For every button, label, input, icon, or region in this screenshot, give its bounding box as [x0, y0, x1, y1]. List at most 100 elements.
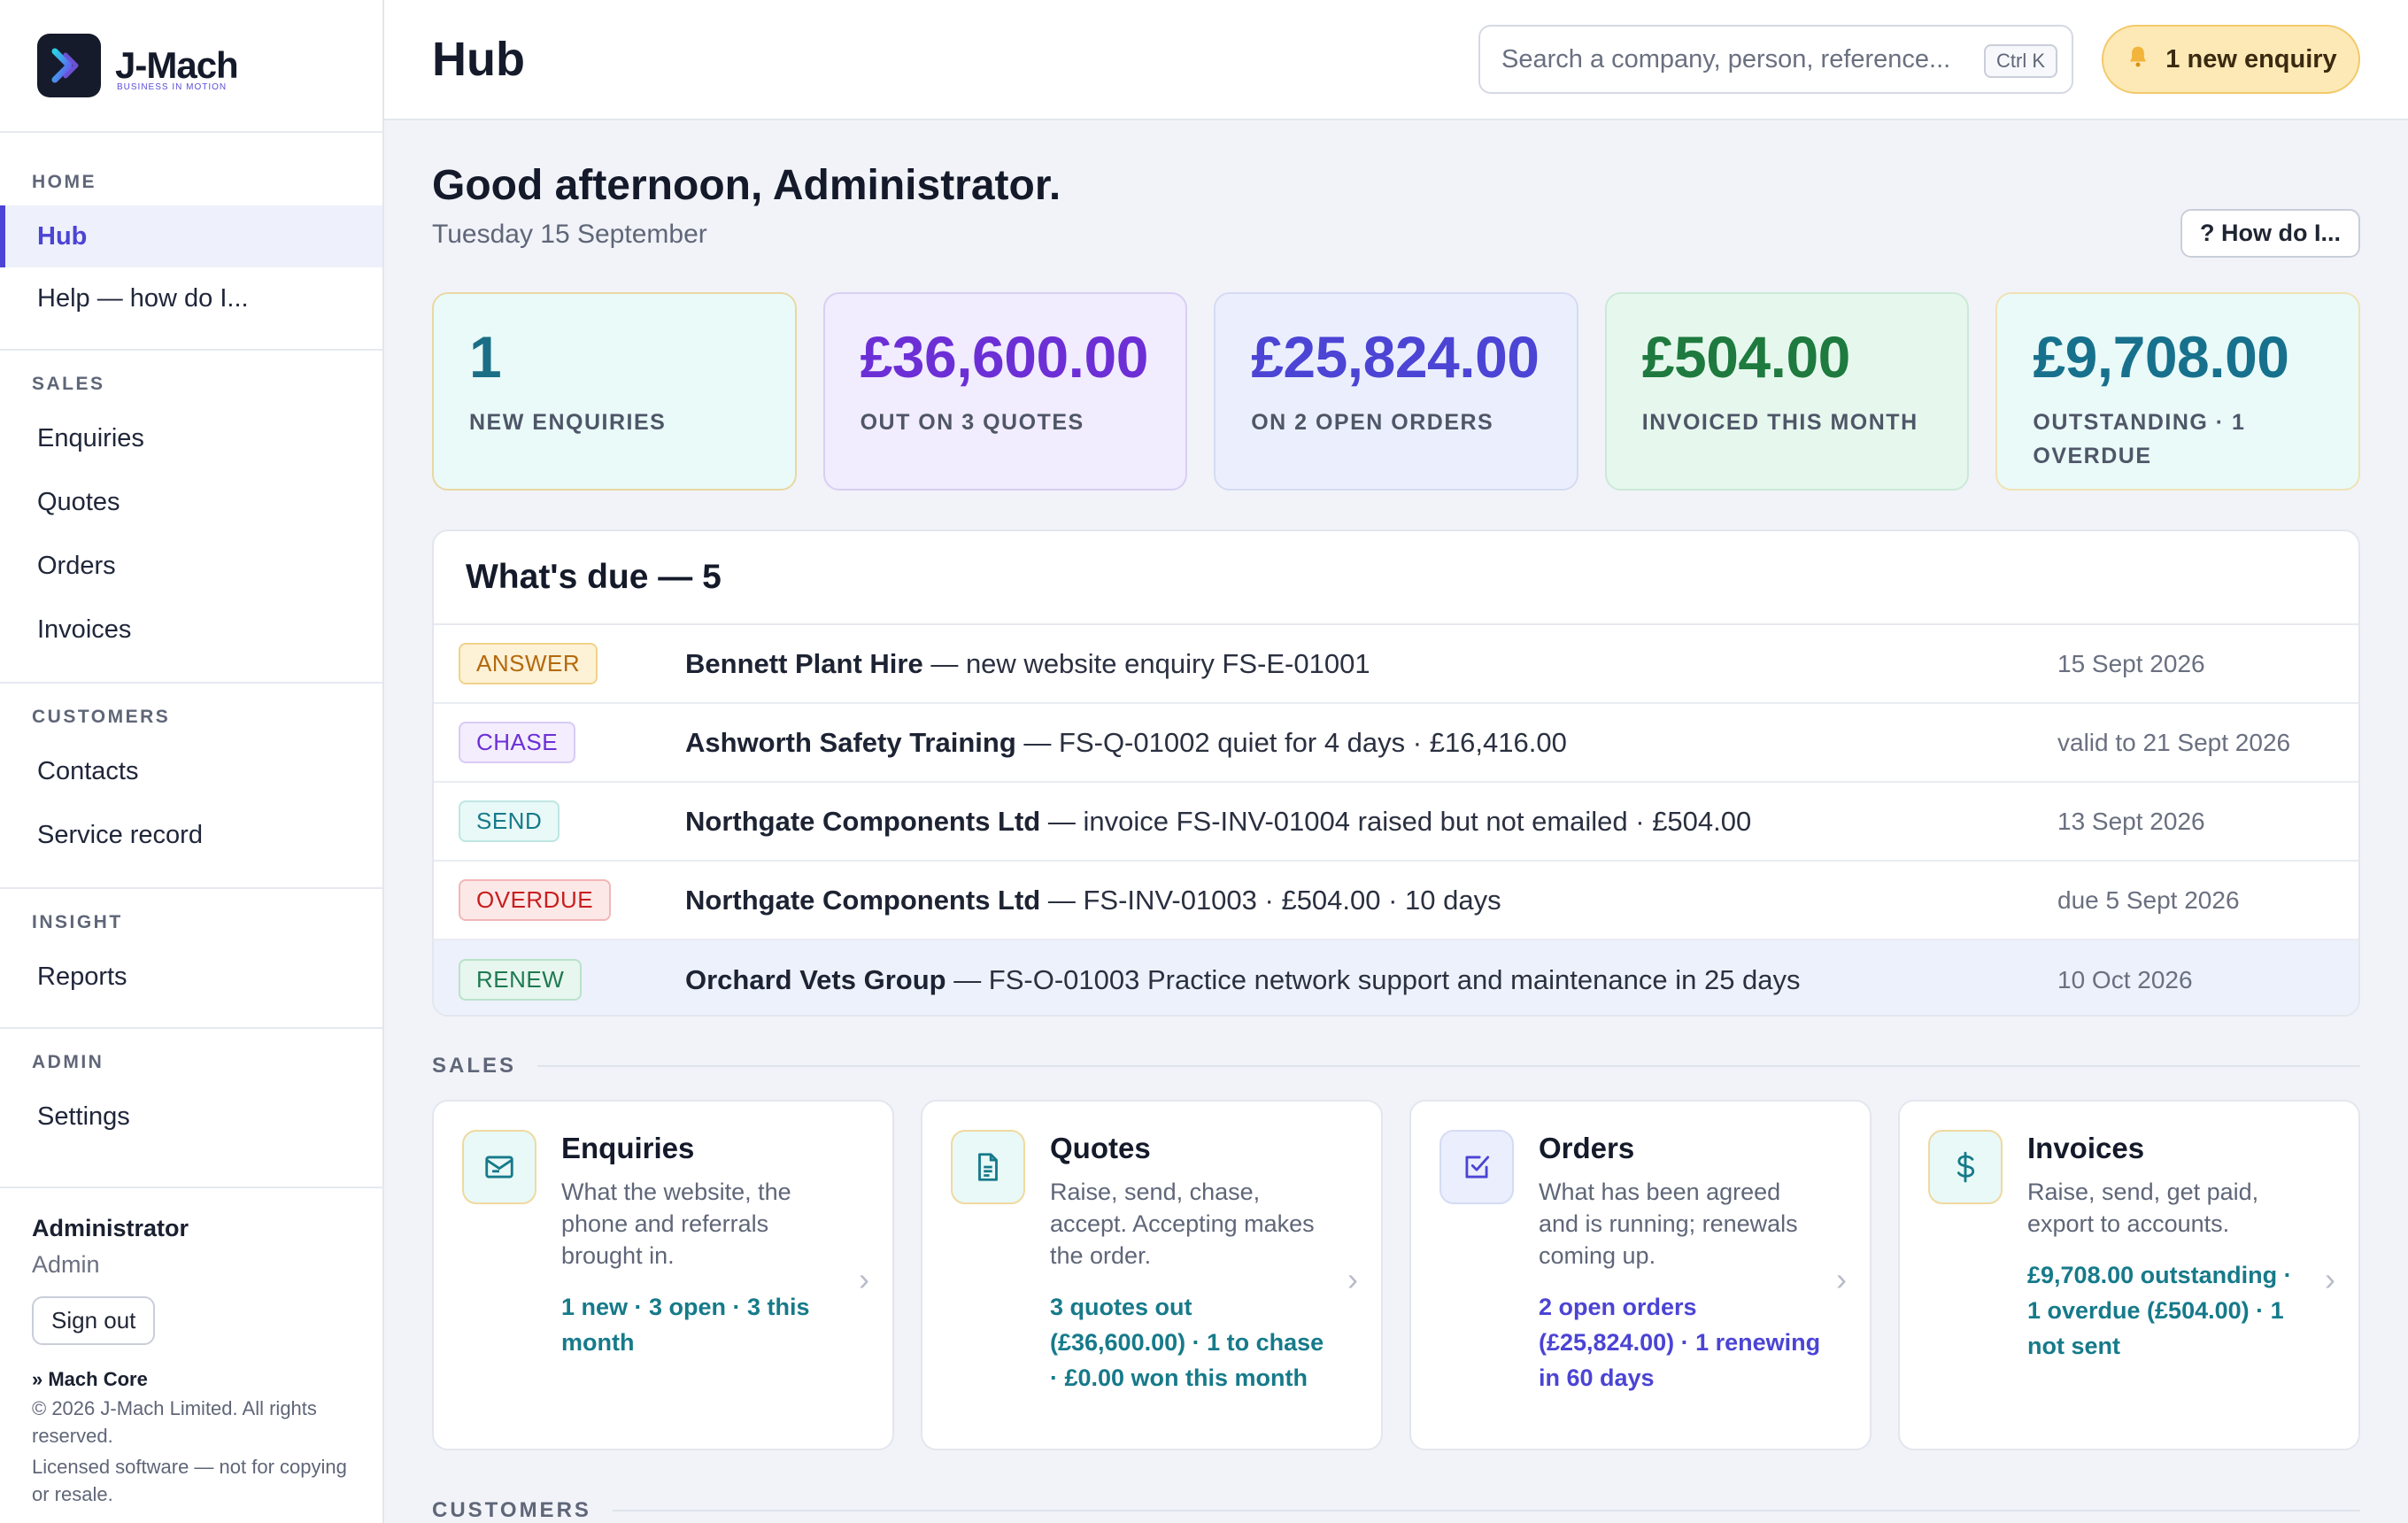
- nav-section-admin: ADMIN Settings: [0, 1029, 382, 1167]
- nav-heading: SALES: [32, 374, 105, 394]
- due-detail: — FS-INV-01003 · £504.00 · 10 days: [1040, 884, 1501, 916]
- section-heading-text: SALES: [432, 1054, 517, 1078]
- nav-heading: INSIGHT: [32, 912, 123, 932]
- bell-icon: [2125, 43, 2151, 76]
- sales-card-quotes[interactable]: Quotes Raise, send, chase, accept. Accep…: [921, 1100, 1383, 1450]
- due-company: Northgate Components Ltd: [685, 805, 1041, 837]
- top-bar: Hub Search a company, person, reference.…: [384, 0, 2408, 120]
- stat-card-quotes[interactable]: £36,600.00 OUT ON 3 QUOTES: [822, 292, 1188, 491]
- due-date: 13 Sept 2026: [2057, 807, 2205, 835]
- sidebar-item-contacts[interactable]: Contacts: [0, 740, 382, 802]
- stat-label: ON 2 OPEN ORDERS: [1251, 410, 1494, 435]
- jmach-logo-icon: [37, 34, 101, 97]
- stat-card-invoiced[interactable]: £504.00 INVOICED THIS MONTH: [1604, 292, 1970, 491]
- card-description: What has been agreed and is running; ren…: [1539, 1179, 1798, 1269]
- card-description: Raise, send, chase, accept. Accepting ma…: [1050, 1179, 1315, 1269]
- sidebar-item-orders[interactable]: Orders: [0, 535, 382, 597]
- sidebar-item-help[interactable]: Help — how do I...: [0, 267, 382, 329]
- copyright-text: © 2026 J-Mach Limited. All rights reserv…: [32, 1397, 317, 1447]
- nav-section-customers: CUSTOMERS Contacts Service record: [0, 684, 382, 889]
- new-enquiry-alert-button[interactable]: 1 new enquiry: [2102, 25, 2360, 94]
- section-heading-text: CUSTOMERS: [432, 1498, 591, 1522]
- status-badge: ANSWER: [459, 643, 598, 684]
- card-description: Raise, send, get paid, export to account…: [2027, 1179, 2259, 1237]
- whats-due-title: What's due — 5: [434, 531, 2358, 625]
- sidebar-item-settings[interactable]: Settings: [0, 1086, 382, 1148]
- stat-value: £504.00: [1641, 324, 1851, 390]
- how-do-i-button[interactable]: ? How do I...: [2180, 209, 2360, 258]
- card-title: Quotes: [1050, 1132, 1151, 1164]
- due-date: 15 Sept 2026: [2057, 649, 2205, 677]
- section-heading-sales: SALES: [432, 1054, 2360, 1078]
- stat-value: 1: [469, 324, 502, 390]
- due-row[interactable]: ANSWER Bennett Plant Hire — new website …: [434, 625, 2358, 704]
- stat-card-outstanding[interactable]: £9,708.00 OUTSTANDING · 1 OVERDUE: [1995, 292, 2360, 491]
- dollar-icon: [1928, 1130, 2003, 1204]
- sales-card-orders[interactable]: Orders What has been agreed and is runni…: [1409, 1100, 1872, 1450]
- stat-label: OUTSTANDING · 1 OVERDUE: [2033, 410, 2246, 468]
- search-shortcut-hint: Ctrl K: [1984, 44, 2057, 78]
- nav-section-sales: SALES Enquiries Quotes Orders Invoices: [0, 351, 382, 684]
- user-role: Admin: [32, 1251, 100, 1278]
- due-date: valid to 21 Sept 2026: [2057, 728, 2291, 756]
- nav-heading: ADMIN: [32, 1052, 104, 1072]
- user-name: Administrator: [32, 1215, 189, 1241]
- card-description: What the website, the phone and referral…: [561, 1179, 791, 1269]
- due-description: Bennett Plant Hire — new website enquiry…: [685, 648, 1370, 680]
- due-description: Ashworth Safety Training — FS-Q-01002 qu…: [685, 727, 1567, 759]
- sidebar-item-invoices[interactable]: Invoices: [0, 597, 382, 662]
- due-company: Bennett Plant Hire: [685, 647, 923, 679]
- sidebar-item-hub[interactable]: Hub: [0, 205, 382, 267]
- sidebar-item-quotes[interactable]: Quotes: [0, 469, 382, 535]
- document-icon: [951, 1130, 1025, 1204]
- search-input[interactable]: Search a company, person, reference... C…: [1478, 25, 2073, 94]
- due-company: Orchard Vets Group: [685, 963, 946, 995]
- due-company: Ashworth Safety Training: [685, 726, 1016, 758]
- stat-card-new-enquiries[interactable]: 1 NEW ENQUIRIES: [432, 292, 797, 491]
- sidebar-item-enquiries[interactable]: Enquiries: [0, 407, 382, 469]
- due-detail: — FS-O-01003 Practice network support an…: [945, 963, 1801, 995]
- sidebar-item-reports[interactable]: Reports: [0, 946, 382, 1008]
- greeting-heading: Good afternoon, Administrator.: [432, 162, 1061, 209]
- checkbox-icon: [1439, 1130, 1514, 1204]
- page-title: Hub: [432, 33, 525, 86]
- due-row[interactable]: CHASE Ashworth Safety Training — FS-Q-01…: [434, 704, 2358, 783]
- card-stat: 3 quotes out (£36,600.00) · 1 to chase ·…: [1050, 1294, 1324, 1391]
- due-description: Northgate Components Ltd — FS-INV-01003 …: [685, 885, 1501, 916]
- stat-label: INVOICED THIS MONTH: [1641, 410, 1918, 435]
- current-date: Tuesday 15 September: [432, 220, 707, 249]
- stat-value: £25,824.00: [1251, 324, 1540, 390]
- brand-name: J-Mach: [115, 44, 239, 86]
- card-stat: £9,708.00 outstanding · 1 overdue (£504.…: [2027, 1262, 2292, 1359]
- status-badge: CHASE: [459, 722, 576, 763]
- product-name: » Mach Core: [32, 1368, 148, 1390]
- stat-card-orders[interactable]: £25,824.00 ON 2 OPEN ORDERS: [1214, 292, 1578, 491]
- nav-heading: HOME: [32, 172, 96, 192]
- nav-section-home: HOME Hub Help — how do I...: [0, 133, 382, 351]
- due-date: due 5 Sept 2026: [2057, 885, 2240, 914]
- due-row[interactable]: OVERDUE Northgate Components Ltd — FS-IN…: [434, 862, 2358, 940]
- sales-card-enquiries[interactable]: Enquiries What the website, the phone an…: [432, 1100, 894, 1450]
- due-date: 10 Oct 2026: [2057, 965, 2193, 993]
- card-title: Invoices: [2027, 1132, 2145, 1164]
- stat-label: OUT ON 3 QUOTES: [860, 410, 1084, 435]
- status-badge: OVERDUE: [459, 879, 612, 921]
- sales-cards: Enquiries What the website, the phone an…: [432, 1100, 2360, 1450]
- due-row[interactable]: RENEW Orchard Vets Group — FS-O-01003 Pr…: [434, 940, 2358, 1015]
- brand[interactable]: J-Mach BUSINESS IN MOTION: [0, 0, 382, 133]
- due-description: Northgate Components Ltd — invoice FS-IN…: [685, 806, 1751, 838]
- stat-value: £9,708.00: [2033, 324, 2289, 390]
- due-row[interactable]: SEND Northgate Components Ltd — invoice …: [434, 783, 2358, 862]
- sidebar: J-Mach BUSINESS IN MOTION HOME Hub Help …: [0, 0, 384, 1523]
- sign-out-button[interactable]: Sign out: [32, 1296, 156, 1345]
- stat-label: NEW ENQUIRIES: [469, 410, 667, 435]
- card-stat: 1 new · 3 open · 3 this month: [561, 1294, 810, 1356]
- chevron-right-icon: ›: [1836, 1261, 1847, 1297]
- sales-card-invoices[interactable]: Invoices Raise, send, get paid, export t…: [1898, 1100, 2360, 1450]
- sidebar-item-service-record[interactable]: Service record: [0, 802, 382, 868]
- card-title: Enquiries: [561, 1132, 695, 1164]
- due-detail: — invoice FS-INV-01004 raised but not em…: [1040, 805, 1752, 837]
- status-badge: SEND: [459, 800, 560, 842]
- section-heading-customers: CUSTOMERS: [432, 1498, 2360, 1523]
- nav-heading: CUSTOMERS: [32, 707, 171, 727]
